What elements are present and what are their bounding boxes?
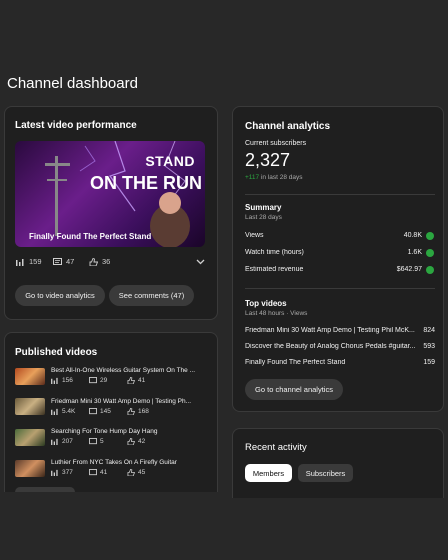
video-comments: 29	[89, 377, 107, 384]
video-comments: 5	[89, 438, 104, 445]
views-value: 5.4K	[62, 408, 76, 415]
summary-revenue-label: Estimated revenue	[245, 266, 304, 273]
summary-views-label: Views	[245, 232, 264, 239]
current-subscribers-value: 2,327	[245, 150, 291, 170]
subscriber-delta: +117	[245, 174, 260, 181]
published-videos-title: Published videos	[15, 347, 98, 358]
video-views: 377	[51, 469, 73, 476]
top-video-title[interactable]: Finally Found The Perfect Stand	[245, 359, 410, 366]
video-views: 207	[51, 438, 73, 445]
views-value: 377	[62, 469, 73, 476]
likes-value: 168	[138, 408, 149, 415]
subscriber-delta-period: in last 28 days	[260, 174, 303, 181]
summary-watchtime-label: Watch time (hours)	[245, 249, 304, 256]
summary-views-value: 40.8K	[403, 232, 422, 239]
top-video-views: 824	[423, 327, 435, 334]
latest-likes-stat: 36	[89, 257, 110, 266]
bar-chart-icon	[16, 258, 24, 266]
video-views: 5.4K	[51, 408, 75, 415]
video-thumbnail[interactable]	[15, 460, 45, 477]
video-thumbnail[interactable]	[15, 398, 45, 415]
check-icon	[426, 266, 434, 274]
go-to-channel-analytics-button[interactable]: Go to channel analytics	[245, 379, 343, 400]
comment-icon	[89, 469, 97, 476]
thumbs-up-icon	[127, 438, 135, 445]
channel-analytics-title: Channel analytics	[245, 121, 331, 132]
top-video-title[interactable]: Friedman Mini 30 Watt Amp Demo | Testing…	[245, 327, 420, 334]
video-title[interactable]: Searching For Tone Hump Day Hang	[51, 428, 157, 435]
page-title: Channel dashboard	[7, 75, 138, 92]
likes-value: 41	[138, 377, 146, 384]
video-comments: 145	[89, 408, 111, 415]
thumbs-up-icon	[89, 257, 98, 266]
latest-comments-stat: 47	[53, 257, 74, 266]
thumbs-up-icon	[127, 408, 135, 415]
tab-members[interactable]: Members	[245, 464, 292, 482]
bar-chart-icon	[51, 469, 58, 476]
tab-subscribers[interactable]: Subscribers	[298, 464, 353, 482]
summary-revenue-value: $642.97	[396, 266, 422, 273]
top-video-views: 593	[423, 343, 435, 350]
video-thumbnail[interactable]	[15, 429, 45, 446]
recent-activity-title: Recent activity	[245, 442, 307, 453]
video-likes: 45	[127, 469, 145, 476]
subscriber-change: +117 in last 28 days	[245, 174, 303, 181]
cut-off-button[interactable]	[15, 487, 75, 492]
bar-chart-icon	[51, 377, 58, 384]
divider	[245, 194, 435, 195]
top-videos-period: Last 48 hours · Views	[245, 310, 308, 317]
comment-icon	[53, 257, 62, 265]
check-icon	[426, 249, 434, 257]
bar-chart-icon	[51, 438, 58, 445]
latest-video-title: Latest video performance	[15, 120, 137, 131]
likes-value: 42	[138, 438, 146, 445]
thumbnail-video-title: Finally Found The Perfect Stand	[29, 232, 152, 241]
comments-value: 29	[100, 377, 108, 384]
comments-value: 145	[100, 408, 111, 415]
views-value: 156	[62, 377, 73, 384]
video-title[interactable]: Luthier From NYC Takes On A Firefly Guit…	[51, 459, 177, 466]
video-likes: 42	[127, 438, 145, 445]
video-comments: 41	[89, 469, 107, 476]
summary-watchtime-value: 1.6K	[407, 249, 422, 256]
latest-likes-value: 36	[102, 257, 111, 266]
video-title[interactable]: Friedman Mini 30 Watt Amp Demo | Testing…	[51, 398, 191, 405]
bar-chart-icon	[51, 408, 58, 415]
thumbnail-text-stand: STAND	[145, 153, 195, 169]
latest-views-value: 159	[29, 257, 42, 266]
latest-comments-value: 47	[66, 257, 75, 266]
summary-period: Last 28 days	[245, 214, 282, 221]
video-views: 156	[51, 377, 73, 384]
summary-title: Summary	[245, 203, 282, 212]
chevron-down-icon[interactable]	[196, 259, 205, 265]
latest-video-thumbnail[interactable]: STAND ON THE RUN Finally Found The Perfe…	[15, 141, 205, 247]
video-thumbnail[interactable]	[15, 368, 45, 385]
thumbnail-text-run: ON THE RUN	[90, 173, 202, 193]
top-videos-title: Top videos	[245, 299, 287, 308]
see-comments-button[interactable]: See comments (47)	[109, 285, 194, 306]
latest-views-stat: 159	[16, 257, 42, 266]
check-icon	[426, 232, 434, 240]
likes-value: 45	[138, 469, 146, 476]
recent-activity-card	[232, 428, 444, 498]
comment-icon	[89, 438, 97, 445]
comments-value: 5	[100, 438, 104, 445]
thumbs-up-icon	[127, 377, 135, 384]
comment-icon	[89, 377, 97, 384]
top-video-views: 159	[423, 359, 435, 366]
top-video-title[interactable]: Discover the Beauty of Analog Chorus Ped…	[245, 343, 420, 350]
thumbs-up-icon	[127, 469, 135, 476]
divider	[245, 288, 435, 289]
views-value: 207	[62, 438, 73, 445]
current-subscribers-label: Current subscribers	[245, 140, 307, 147]
video-likes: 41	[127, 377, 145, 384]
comment-icon	[89, 408, 97, 415]
go-to-video-analytics-button[interactable]: Go to video analytics	[15, 285, 105, 306]
comments-value: 41	[100, 469, 108, 476]
video-likes: 168	[127, 408, 149, 415]
video-title[interactable]: Best All-In-One Wireless Guitar System O…	[51, 367, 195, 374]
